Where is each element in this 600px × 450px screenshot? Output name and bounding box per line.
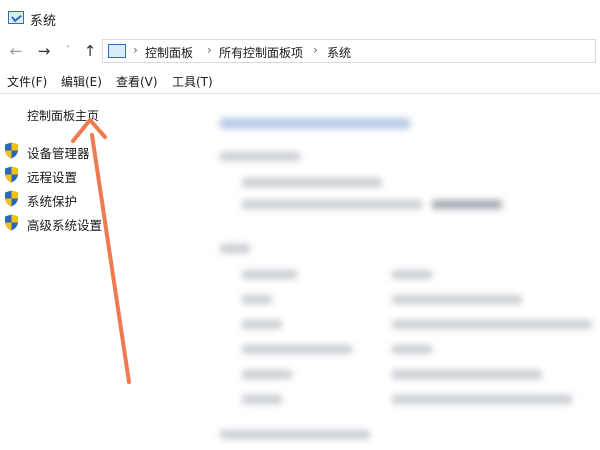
blurred-text xyxy=(220,152,300,161)
control-panel-home-link[interactable]: 控制面板主页 xyxy=(27,107,99,124)
blurred-text xyxy=(392,395,572,404)
blurred-heading xyxy=(220,118,410,129)
blurred-text xyxy=(242,200,422,209)
blurred-text xyxy=(242,395,282,404)
window-title: 系统 xyxy=(30,14,57,29)
breadcrumb-separator: › xyxy=(207,43,212,57)
control-panel-icon xyxy=(108,44,126,58)
blurred-system-info-pane xyxy=(212,94,600,450)
blurred-text xyxy=(220,430,370,439)
blurred-text xyxy=(242,178,382,187)
blurred-text xyxy=(392,320,592,329)
left-task-pane: 控制面板主页 设备管理器 远程设置 系统保护 高级系统设置 xyxy=(0,94,210,450)
title-bar: 系统 xyxy=(0,0,600,36)
blurred-text xyxy=(242,270,297,279)
arrow-up-icon[interactable]: ↑ xyxy=(80,41,100,61)
sidebar-item-label: 设备管理器 xyxy=(27,146,90,161)
blurred-text xyxy=(432,200,502,209)
address-bar[interactable]: › 控制面板 › 所有控制面板项 › 系统 xyxy=(102,39,596,63)
sidebar-item-label: 系统保护 xyxy=(27,194,78,209)
blurred-text xyxy=(242,295,272,304)
uac-shield-icon xyxy=(5,190,18,207)
sidebar-item-label: 远程设置 xyxy=(27,170,78,185)
blurred-text xyxy=(392,345,432,354)
sidebar-item-remote-settings[interactable]: 远程设置 xyxy=(4,164,204,185)
menu-tools[interactable]: 工具(T) xyxy=(172,73,213,90)
menu-bar: 文件(F) 编辑(E) 查看(V) 工具(T) xyxy=(0,68,600,92)
uac-shield-icon xyxy=(5,166,18,183)
blurred-text xyxy=(242,345,352,354)
sidebar-item-system-protection[interactable]: 系统保护 xyxy=(4,188,204,209)
breadcrumb-separator: › xyxy=(313,43,318,57)
breadcrumb-separator: › xyxy=(133,43,138,57)
system-monitor-icon xyxy=(8,11,24,24)
uac-shield-icon xyxy=(5,214,18,231)
blurred-text xyxy=(392,370,542,379)
chevron-down-icon[interactable]: ˅ xyxy=(58,41,78,61)
sidebar-item-label: 高级系统设置 xyxy=(27,218,103,233)
menu-view[interactable]: 查看(V) xyxy=(116,73,158,90)
blurred-text xyxy=(220,244,250,253)
sidebar-item-device-manager[interactable]: 设备管理器 xyxy=(4,140,204,161)
blurred-text xyxy=(242,320,282,329)
blurred-text xyxy=(242,370,292,379)
sidebar-item-advanced-settings[interactable]: 高级系统设置 xyxy=(4,212,204,233)
arrow-right-icon[interactable]: → xyxy=(34,41,54,61)
breadcrumb-system[interactable]: 系统 xyxy=(327,44,351,61)
breadcrumb-all-items[interactable]: 所有控制面板项 xyxy=(219,44,303,61)
menu-file[interactable]: 文件(F) xyxy=(7,73,47,90)
uac-shield-icon xyxy=(5,142,18,159)
breadcrumb-control-panel[interactable]: 控制面板 xyxy=(145,44,193,61)
menu-edit[interactable]: 编辑(E) xyxy=(61,73,102,90)
blurred-text xyxy=(392,295,522,304)
arrow-left-icon[interactable]: ← xyxy=(6,41,26,61)
blurred-text xyxy=(392,270,432,279)
navigation-bar: ← → ˅ ↑ › 控制面板 › 所有控制面板项 › 系统 xyxy=(0,36,600,66)
